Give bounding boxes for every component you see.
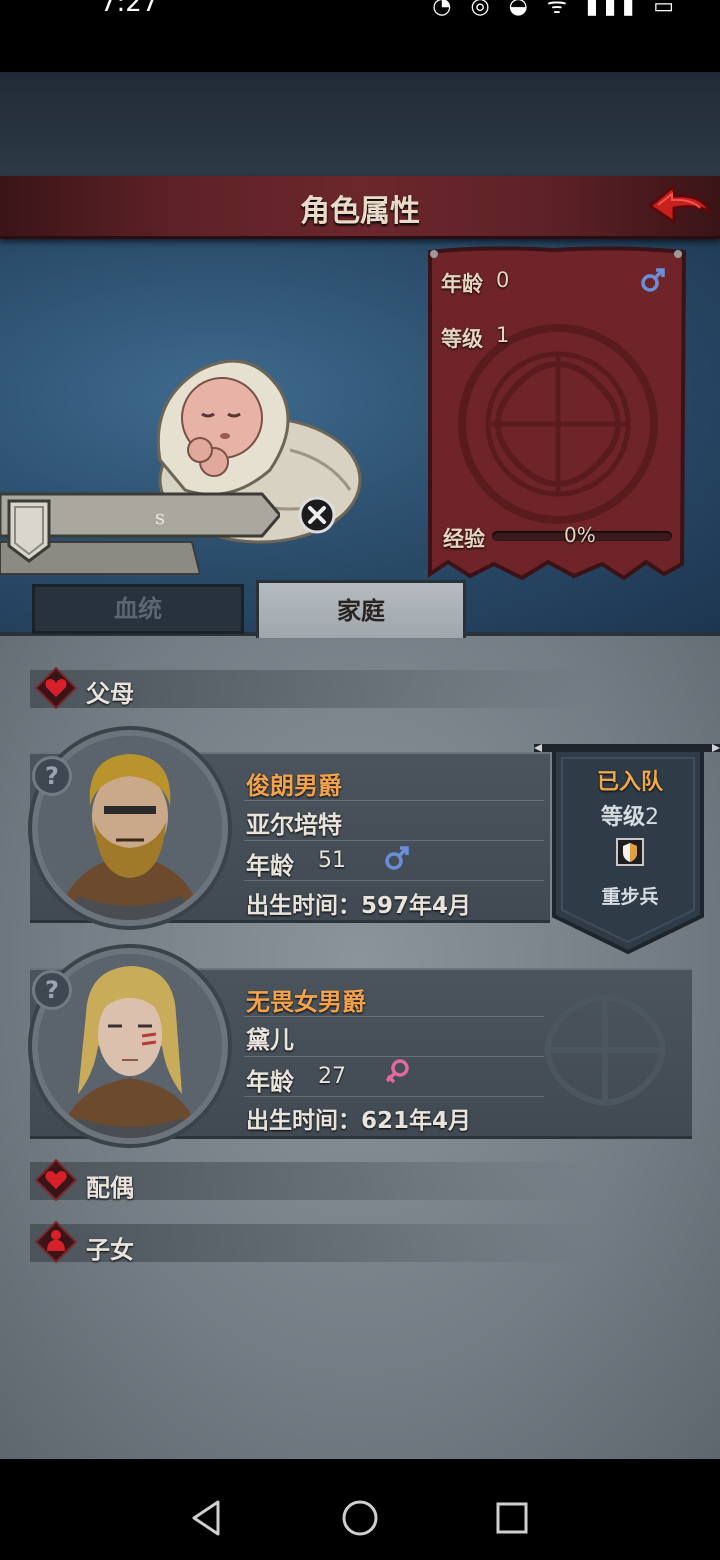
status-icons: ◔ ◎ ◒ ᯤ ▮▮▮ ▭ [432, 0, 680, 19]
female-icon [384, 1058, 410, 1086]
father-level-value: 2 [645, 805, 659, 830]
home-nav-icon[interactable] [340, 1498, 380, 1538]
father-birth-value: 597年4月 [361, 893, 472, 919]
father-title: 俊朗男爵 [246, 772, 342, 800]
mother-name: 黛儿 [246, 1026, 294, 1054]
exp-value: 0% [564, 523, 596, 547]
father-class: 重步兵 [601, 886, 659, 908]
divider [244, 880, 544, 881]
father-age-value: 51 [318, 848, 346, 873]
recents-nav-icon[interactable] [494, 1500, 530, 1536]
back-button[interactable] [644, 178, 714, 234]
page-title: 角色属性 [300, 194, 420, 229]
heart-icon [34, 666, 78, 710]
back-nav-icon[interactable] [188, 1498, 228, 1538]
divider [244, 800, 544, 801]
father-help-icon[interactable]: ? [32, 756, 72, 796]
divider [244, 1016, 544, 1017]
mother-birth-value: 621年4月 [361, 1108, 472, 1134]
section-title-children: 子女 [86, 1236, 134, 1264]
age-label: 年龄 [441, 272, 483, 296]
mother-birth: 出生时间：621年4月 [246, 1101, 471, 1135]
mother-title: 无畏女男爵 [246, 988, 366, 1016]
male-icon [384, 844, 410, 872]
mother-age-label: 年龄 [246, 1068, 294, 1096]
exp-label: 经验 [443, 527, 485, 551]
rank-shield-icon [6, 498, 52, 564]
father-level-label: 等级 [600, 805, 645, 830]
divider [244, 1096, 544, 1097]
level-label: 等级 [441, 327, 483, 351]
status-time: 7:27 [100, 0, 159, 18]
father-birth: 出生时间：597年4月 [246, 886, 471, 920]
father-birth-label: 出生时间： [246, 893, 361, 919]
tab-family[interactable]: 家庭 [256, 580, 466, 638]
character-name: s [154, 505, 166, 529]
child-icon [34, 1220, 78, 1264]
shield-icon [616, 838, 644, 866]
divider [244, 840, 544, 841]
heart-icon [34, 1158, 78, 1202]
dismiss-button[interactable] [297, 495, 337, 535]
tab-lineage[interactable]: 血统 [32, 584, 244, 634]
mother-age-value: 27 [318, 1064, 346, 1089]
back-arrow-icon [648, 184, 712, 224]
divider [244, 1056, 544, 1057]
close-icon [298, 496, 336, 534]
status-bar: 7:27 ◔ ◎ ◒ ᯤ ▮▮▮ ▭ [0, 0, 720, 72]
section-title-parents: 父母 [86, 680, 134, 708]
mother-birth-label: 出生时间： [246, 1108, 361, 1134]
age-value: 0 [496, 268, 510, 292]
father-name: 亚尔培特 [246, 811, 342, 839]
knot-ornament [530, 980, 680, 1120]
father-age-label: 年龄 [246, 852, 294, 880]
male-icon [640, 266, 666, 294]
mother-help-icon[interactable]: ? [32, 970, 72, 1010]
system-nav-bar [0, 1478, 720, 1560]
section-title-spouse: 配偶 [86, 1174, 134, 1202]
level-value: 1 [496, 323, 510, 347]
father-level: 等级2 [556, 799, 704, 831]
joined-status: 已入队 [596, 770, 663, 795]
